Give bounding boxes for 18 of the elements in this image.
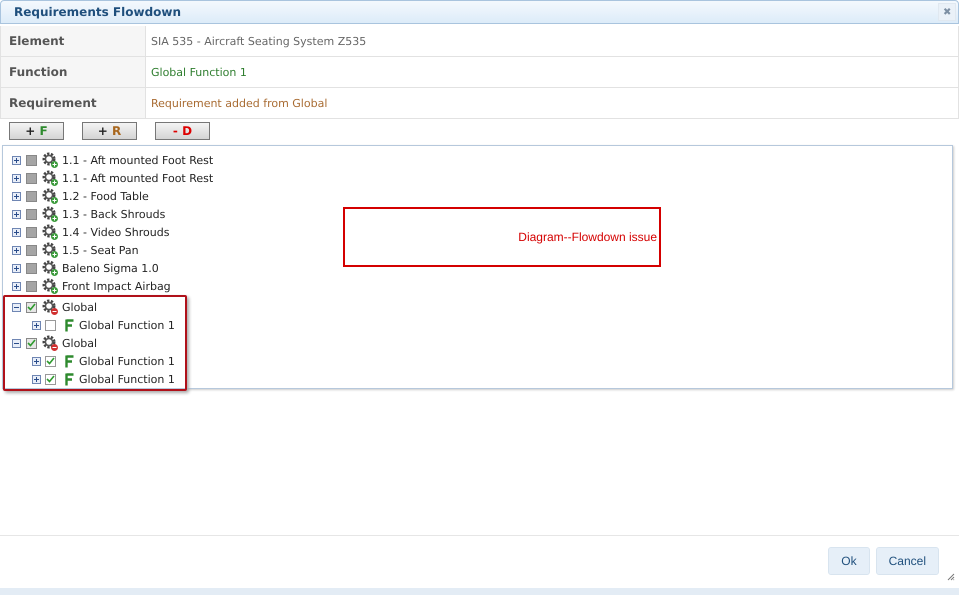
resize-grip-icon <box>947 573 955 581</box>
field-value: Global Function 1 <box>150 64 247 80</box>
toolbar-button[interactable]: + R <box>82 122 137 140</box>
annotation-box: Diagram--Flowdown issue <box>343 207 661 267</box>
toolbar-button[interactable]: - D <box>155 122 210 140</box>
check-icon <box>27 339 36 347</box>
check-icon <box>27 303 36 311</box>
field-value: SIA 535 - Aircraft Seating System Z535 <box>150 34 366 50</box>
field-label: Function <box>1 57 146 87</box>
field-value: Requirement added from Global <box>150 96 328 112</box>
field-label: Element <box>1 26 146 56</box>
window-title: Requirements Flowdown <box>14 5 182 19</box>
field-label: Requirement <box>1 88 146 118</box>
check-icon <box>46 357 55 365</box>
dialog-button[interactable]: Ok <box>828 547 870 575</box>
dialog-button[interactable]: Cancel <box>876 547 939 575</box>
check-icon <box>46 375 55 383</box>
toolbar-button[interactable]: + F <box>9 122 64 140</box>
